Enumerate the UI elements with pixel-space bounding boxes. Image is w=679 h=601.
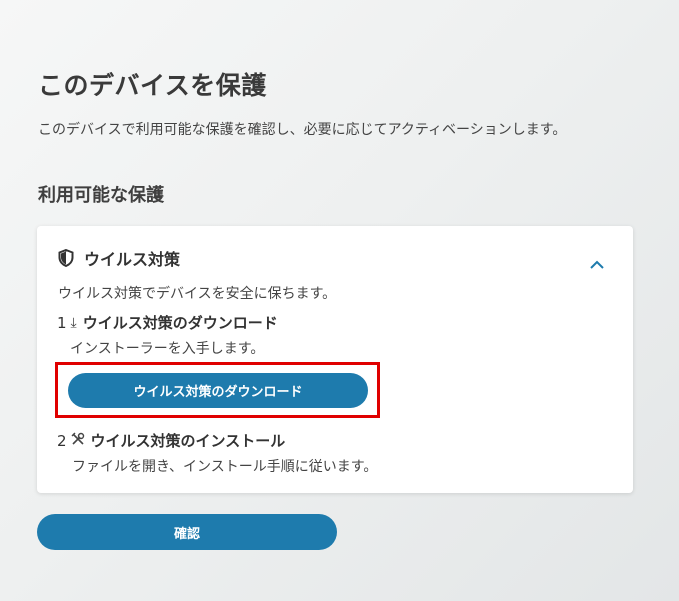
section-title: 利用可能な保護 xyxy=(38,185,164,206)
step-install: 2 ウイルス対策のインストール xyxy=(57,430,285,451)
download-antivirus-button[interactable]: ウイルス対策のダウンロード xyxy=(68,373,368,408)
step-download: 1 ⤓ ウイルス対策のダウンロード xyxy=(57,312,278,333)
card-description: ウイルス対策でデバイスを安全に保ちます。 xyxy=(58,286,337,302)
card-header: ウイルス対策 xyxy=(58,246,180,270)
download-arrow-icon: ⤓ xyxy=(70,314,77,331)
page-description: このデバイスで利用可能な保護を確認し、必要に応じてアクティベーションします。 xyxy=(38,122,567,138)
step-title: ウイルス対策のダウンロード xyxy=(82,314,278,332)
shield-icon xyxy=(58,248,74,268)
card-title: ウイルス対策 xyxy=(84,250,181,269)
antivirus-card: ウイルス対策 ウイルス対策でデバイスを安全に保ちます。 1 ⤓ ウイルス対策のダ… xyxy=(37,226,633,493)
page-title: このデバイスを保護 xyxy=(38,71,267,100)
step-number: 1 xyxy=(57,313,67,332)
chevron-up-icon[interactable] xyxy=(589,256,605,269)
step-number: 2 xyxy=(57,431,67,450)
step-subtitle: インストーラーを入手します。 xyxy=(70,341,265,357)
confirm-button[interactable]: 確認 xyxy=(37,514,337,550)
step-title: ウイルス対策のインストール xyxy=(90,432,286,450)
tools-icon xyxy=(71,432,85,450)
step-subtitle: ファイルを開き、インストール手順に従います。 xyxy=(72,459,378,475)
